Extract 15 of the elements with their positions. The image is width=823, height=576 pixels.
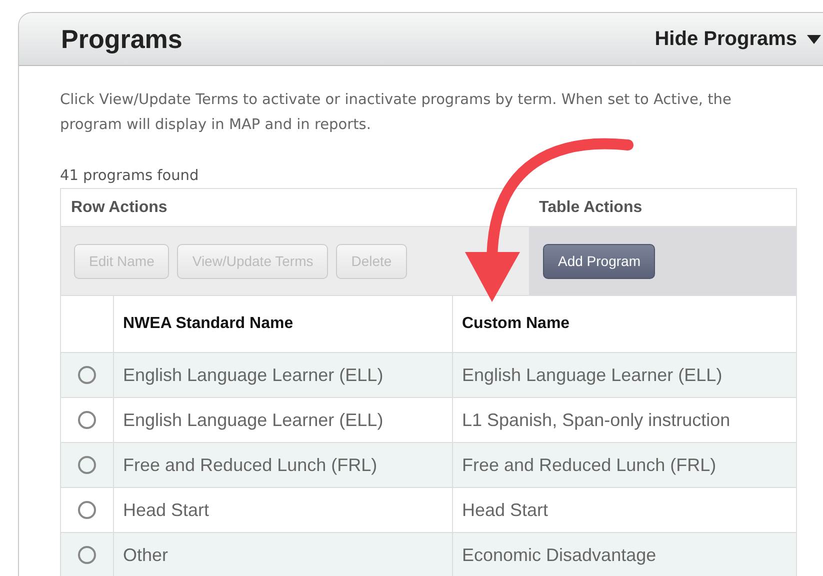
description-text: Click View/Update Terms to activate or inactivate programs by term. When set to Active, the program will display in MAP and in reports. — [60, 91, 732, 135]
add-program-button[interactable]: Add Program — [543, 244, 656, 278]
panel-title: Programs — [61, 24, 182, 54]
table-cell: Economic Disadvantage — [452, 533, 796, 576]
row-radio[interactable] — [78, 501, 96, 519]
table-cell: Other — [113, 533, 452, 576]
hide-programs-toggle[interactable]: Hide Programs — [654, 28, 821, 50]
results-count: 41 programs found — [60, 168, 200, 186]
row-radio[interactable] — [78, 411, 96, 429]
row-radio[interactable] — [78, 456, 96, 474]
caret-icon — [807, 34, 821, 44]
table-actions-heading: Table Actions — [538, 198, 644, 216]
row-radio[interactable] — [78, 366, 96, 384]
row-radio[interactable] — [78, 546, 96, 564]
row-actions-heading: Row Actions — [70, 198, 168, 216]
